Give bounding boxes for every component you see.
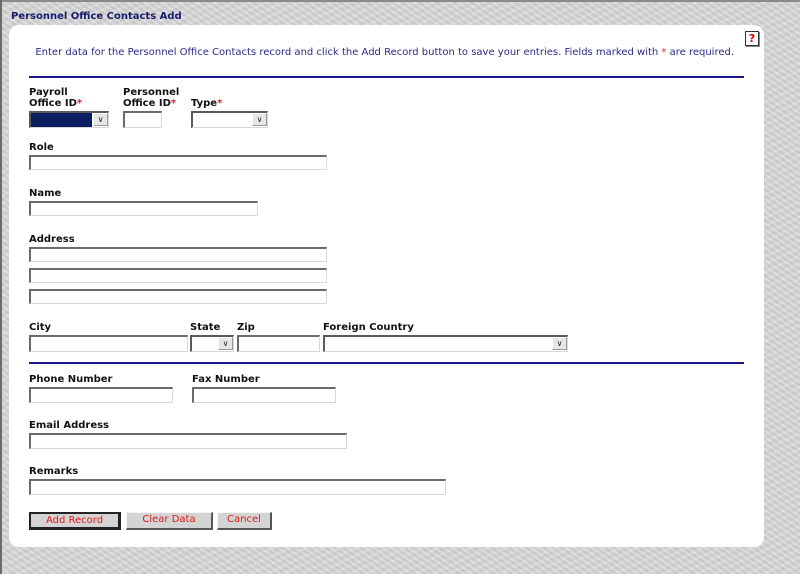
- address-line-3-input[interactable]: [29, 289, 327, 304]
- state-select[interactable]: ∨: [190, 335, 234, 352]
- foreign-country-value: [325, 337, 551, 351]
- name-label: Name: [29, 188, 62, 199]
- payroll-office-id-select[interactable]: ∨: [29, 111, 109, 128]
- payroll-office-id-value: [31, 113, 92, 127]
- zip-label: Zip: [237, 322, 255, 333]
- section-divider-middle: [29, 362, 744, 364]
- type-value: [193, 113, 251, 127]
- city-label: City: [29, 322, 52, 333]
- phone-number-input[interactable]: [29, 387, 173, 403]
- remarks-label: Remarks: [29, 466, 79, 477]
- help-question-icon[interactable]: ?: [745, 31, 759, 46]
- chevron-down-icon[interactable]: ∨: [252, 113, 267, 126]
- intro-text: Enter data for the Personnel Office Cont…: [29, 47, 744, 59]
- page-title: Personnel Office Contacts Add: [11, 11, 182, 22]
- type-label-text: Type: [191, 98, 218, 109]
- address-label: Address: [29, 234, 75, 245]
- phone-number-label: Phone Number: [29, 374, 113, 385]
- personnel-office-id-label-line2: Office ID: [123, 98, 171, 109]
- fax-number-input[interactable]: [192, 387, 336, 403]
- foreign-country-select[interactable]: ∨: [323, 335, 568, 352]
- intro-message-end: are required.: [666, 47, 735, 58]
- name-input[interactable]: [29, 201, 258, 216]
- email-address-label: Email Address: [29, 420, 110, 431]
- add-record-button[interactable]: Add Record: [29, 512, 121, 530]
- payroll-office-id-label-line2: Office ID: [29, 98, 77, 109]
- foreign-country-label: Foreign Country: [323, 322, 414, 333]
- chevron-down-icon[interactable]: ∨: [93, 113, 108, 126]
- required-marker: *: [217, 98, 223, 109]
- payroll-office-id-label: Payroll Office ID*: [29, 87, 82, 109]
- city-input[interactable]: [29, 335, 188, 352]
- cancel-button[interactable]: Cancel: [217, 512, 272, 530]
- personnel-office-id-label-line1: Personnel: [123, 87, 180, 98]
- personnel-office-id-input[interactable]: [123, 111, 162, 128]
- address-line-1-input[interactable]: [29, 247, 327, 262]
- role-input[interactable]: [29, 155, 327, 170]
- state-value: [192, 337, 217, 351]
- payroll-office-id-label-line1: Payroll: [29, 87, 68, 98]
- fax-number-label: Fax Number: [192, 374, 260, 385]
- type-select[interactable]: ∨: [191, 111, 268, 128]
- intro-message: Enter data for the Personnel Office Cont…: [35, 47, 662, 58]
- state-label: State: [190, 322, 221, 333]
- address-line-2-input[interactable]: [29, 268, 327, 283]
- role-label: Role: [29, 142, 54, 153]
- window-frame-top: [0, 0, 800, 2]
- remarks-input[interactable]: [29, 479, 446, 495]
- type-label: Type*: [191, 98, 222, 109]
- personnel-office-id-label: Personnel Office ID*: [123, 87, 179, 109]
- chevron-down-icon[interactable]: ∨: [552, 337, 567, 350]
- required-marker: *: [170, 98, 177, 109]
- required-marker: *: [76, 98, 83, 109]
- email-address-input[interactable]: [29, 433, 347, 449]
- chevron-down-icon[interactable]: ∨: [218, 337, 233, 350]
- window-frame-left: [0, 0, 2, 574]
- clear-data-button[interactable]: Clear Data: [126, 512, 213, 530]
- zip-input[interactable]: [237, 335, 320, 352]
- section-divider-top: [29, 76, 744, 78]
